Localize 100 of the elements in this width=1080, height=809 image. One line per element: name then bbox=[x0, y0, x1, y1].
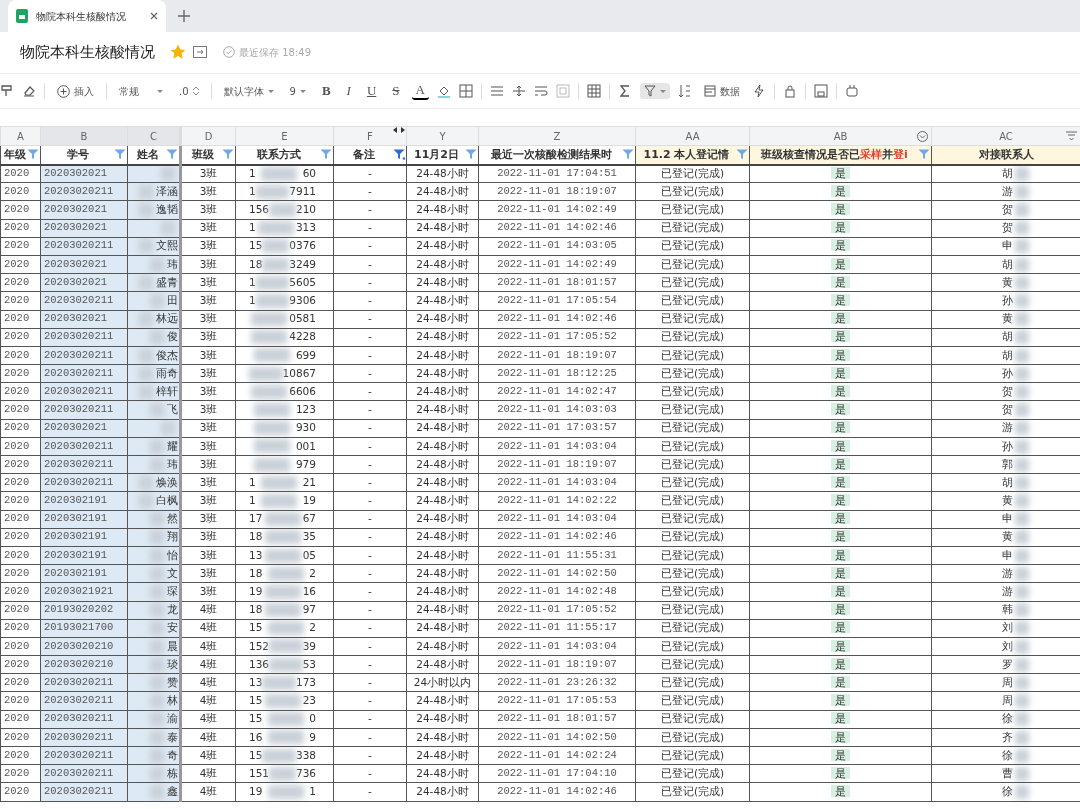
table-cell: 俊 bbox=[167, 330, 178, 343]
number-format-dropdown[interactable]: 常规 bbox=[115, 81, 167, 101]
align-icon[interactable] bbox=[489, 84, 504, 98]
table-cell-text: 152 bbox=[249, 638, 270, 654]
insert-button[interactable]: 插入 bbox=[53, 81, 98, 101]
move-folder-icon[interactable] bbox=[193, 46, 207, 58]
column-letter[interactable]: B bbox=[40, 126, 128, 146]
table-cell: 2020 bbox=[4, 403, 30, 416]
star-icon[interactable] bbox=[171, 45, 185, 59]
blur-patch bbox=[139, 203, 153, 218]
lock-icon[interactable] bbox=[782, 84, 797, 98]
table-cell: 2020 bbox=[4, 585, 30, 598]
sum-icon[interactable] bbox=[617, 84, 632, 98]
blur-patch bbox=[1015, 239, 1029, 254]
eraser-icon[interactable] bbox=[22, 84, 36, 98]
filter-icon[interactable] bbox=[222, 149, 234, 161]
close-icon[interactable] bbox=[150, 12, 158, 20]
table-cell: - bbox=[368, 621, 372, 634]
vertical-align-icon[interactable] bbox=[511, 84, 526, 98]
column-letter[interactable]: D bbox=[180, 126, 236, 146]
table-cell-text: 979 bbox=[295, 456, 316, 472]
column-letter[interactable]: A bbox=[0, 126, 41, 146]
lightning-icon[interactable] bbox=[751, 84, 766, 98]
column-letter[interactable]: C bbox=[127, 126, 181, 146]
column-letter[interactable]: Y bbox=[406, 126, 479, 146]
table-cell: 24-48小时 bbox=[416, 494, 469, 507]
table-cell-text: 67 bbox=[302, 511, 316, 527]
table-cell: 逸韬 bbox=[156, 203, 178, 216]
filter-icon[interactable] bbox=[27, 149, 39, 161]
filter-icon[interactable] bbox=[166, 149, 178, 161]
fill-color-icon[interactable] bbox=[436, 84, 451, 98]
column-letter[interactable]: Z bbox=[478, 126, 636, 146]
filter-icon[interactable] bbox=[622, 149, 634, 161]
column-letter[interactable]: AA bbox=[635, 126, 750, 146]
blur-patch bbox=[150, 548, 164, 563]
blur-patch bbox=[262, 748, 296, 763]
font-dropdown[interactable]: 默认字体 bbox=[219, 81, 278, 101]
decimal-stepper[interactable]: .0 bbox=[175, 81, 203, 101]
blur-patch bbox=[139, 494, 153, 509]
table-cell: 黄 bbox=[1002, 312, 1013, 325]
table-cell: 3班 bbox=[199, 403, 218, 416]
table-cell: - bbox=[368, 439, 372, 452]
table-cell: 20203020211 bbox=[44, 330, 114, 343]
blur-patch bbox=[1015, 221, 1029, 236]
font-size-dropdown[interactable]: 9 bbox=[285, 81, 310, 101]
underline-button[interactable]: U bbox=[362, 79, 381, 103]
column-menu-icon[interactable] bbox=[917, 130, 928, 142]
table-cell: 栋 bbox=[167, 766, 178, 779]
table-cell: 24-48小时 bbox=[416, 748, 469, 761]
filter-button[interactable] bbox=[639, 83, 670, 99]
blur-patch bbox=[1015, 512, 1029, 527]
blur-patch bbox=[269, 202, 296, 217]
column-letter[interactable]: AB bbox=[749, 126, 932, 146]
hidden-columns-icon[interactable] bbox=[393, 127, 405, 133]
blur-patch bbox=[264, 530, 301, 545]
table-cell: 2022-11-01 14:02:46 bbox=[497, 785, 617, 798]
table-cell: 胡 bbox=[1002, 348, 1013, 361]
status-tag: 是 bbox=[831, 766, 850, 779]
filter-icon[interactable] bbox=[320, 149, 332, 161]
table-cell: 20203020211 bbox=[44, 239, 114, 252]
strikethrough-button[interactable]: S bbox=[388, 79, 404, 103]
table-cell-text: 6606 bbox=[289, 383, 316, 399]
filter-icon[interactable] bbox=[114, 149, 126, 161]
table-cell: 2020302191 bbox=[44, 548, 107, 561]
filter-icon[interactable] bbox=[736, 149, 748, 161]
table-cell: 2020302021 bbox=[44, 166, 107, 179]
sort-icon[interactable] bbox=[677, 84, 692, 98]
bold-button[interactable]: B bbox=[317, 79, 335, 103]
format-painter-icon[interactable] bbox=[0, 84, 14, 98]
table-cell: 已登记(完成) bbox=[660, 785, 725, 798]
column-letter[interactable]: E bbox=[235, 126, 334, 146]
filter-icon[interactable] bbox=[465, 149, 477, 161]
status-tag: 是 bbox=[831, 785, 850, 798]
font-color-button[interactable]: A bbox=[411, 82, 429, 100]
saved-check-icon bbox=[223, 46, 235, 58]
table-grid-icon[interactable] bbox=[586, 84, 601, 98]
wrap-text-icon[interactable] bbox=[533, 84, 548, 98]
borders-icon[interactable] bbox=[458, 84, 473, 98]
table-cell: 胡 bbox=[1002, 166, 1013, 179]
table-cell: 3班 bbox=[199, 530, 218, 543]
table-cell: 24-48小时 bbox=[416, 330, 469, 343]
filter-applied-icon[interactable] bbox=[393, 149, 405, 161]
table-cell: 已登记(完成) bbox=[660, 294, 725, 307]
data-menu-button[interactable]: 数据 bbox=[699, 81, 744, 101]
table-cell: 已登记(完成) bbox=[660, 403, 725, 416]
plugin-icon[interactable] bbox=[844, 84, 859, 98]
status-tag: 是 bbox=[831, 184, 850, 197]
blur-patch bbox=[1015, 384, 1029, 399]
table-cell: - bbox=[368, 275, 372, 288]
merge-cells-icon[interactable] bbox=[555, 84, 570, 98]
new-tab-icon[interactable] bbox=[178, 10, 190, 22]
browser-tab[interactable]: 物院本科生核酸情况 bbox=[8, 0, 166, 32]
save-icon[interactable] bbox=[813, 84, 828, 98]
italic-button[interactable]: I bbox=[342, 79, 355, 103]
status-tag: 是 bbox=[831, 675, 850, 688]
column-letter[interactable]: F bbox=[333, 126, 407, 146]
table-cell: 24-48小时 bbox=[416, 457, 469, 470]
filter-icon[interactable] bbox=[918, 149, 930, 161]
header-menu-icon[interactable] bbox=[1066, 131, 1077, 141]
column-letter[interactable]: AC bbox=[931, 126, 1080, 146]
